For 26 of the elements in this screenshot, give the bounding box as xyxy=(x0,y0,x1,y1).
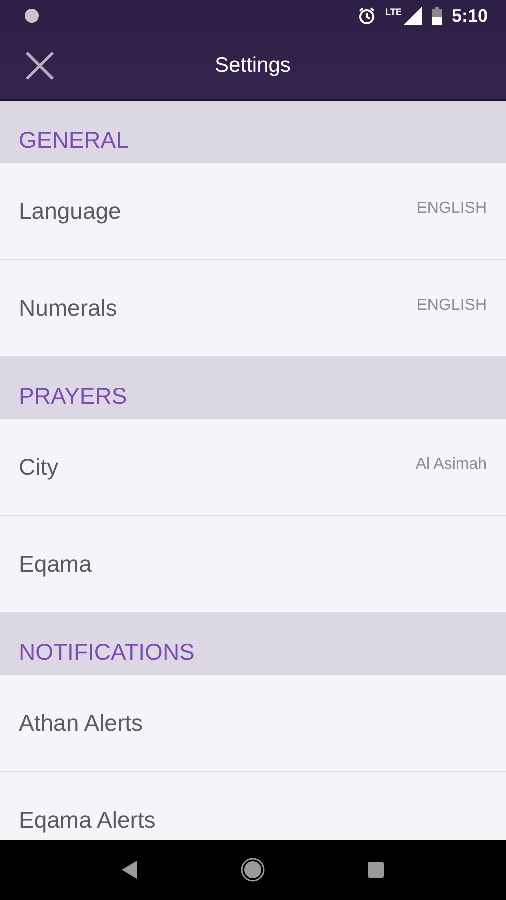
clock-time: 5:10 xyxy=(452,6,488,26)
alarm-clock-icon xyxy=(358,7,376,25)
network-type-label: LTE xyxy=(386,7,402,17)
setting-label: Language xyxy=(19,198,122,224)
setting-label: City xyxy=(19,454,59,480)
recents-button[interactable] xyxy=(368,862,384,878)
back-button[interactable] xyxy=(122,861,138,879)
settings-row[interactable]: Language ENGLISH xyxy=(0,163,506,260)
close-button[interactable] xyxy=(24,50,56,82)
notification-dot-icon xyxy=(24,8,40,24)
home-button[interactable] xyxy=(240,858,265,882)
settings-row[interactable]: City Al Asimah xyxy=(0,419,506,516)
setting-label: Athan Alerts xyxy=(19,710,144,736)
setting-value: ENGLISH xyxy=(416,200,487,218)
section-header: GENERAL xyxy=(0,101,506,163)
settings-row[interactable]: Athan Alerts xyxy=(0,675,506,772)
section-header: NOTIFICATIONS xyxy=(0,613,506,675)
setting-value: Al Asimah xyxy=(416,456,487,474)
battery-icon xyxy=(432,7,442,25)
section-header: PRAYERS xyxy=(0,357,506,419)
setting-label: Eqama xyxy=(19,550,92,578)
setting-label: Numerals xyxy=(19,294,118,322)
toolbar-title: Settings xyxy=(214,54,292,78)
setting-label: Eqama Alerts xyxy=(19,806,156,834)
setting-value: ENGLISH xyxy=(416,297,487,315)
signal-icon xyxy=(404,7,422,25)
